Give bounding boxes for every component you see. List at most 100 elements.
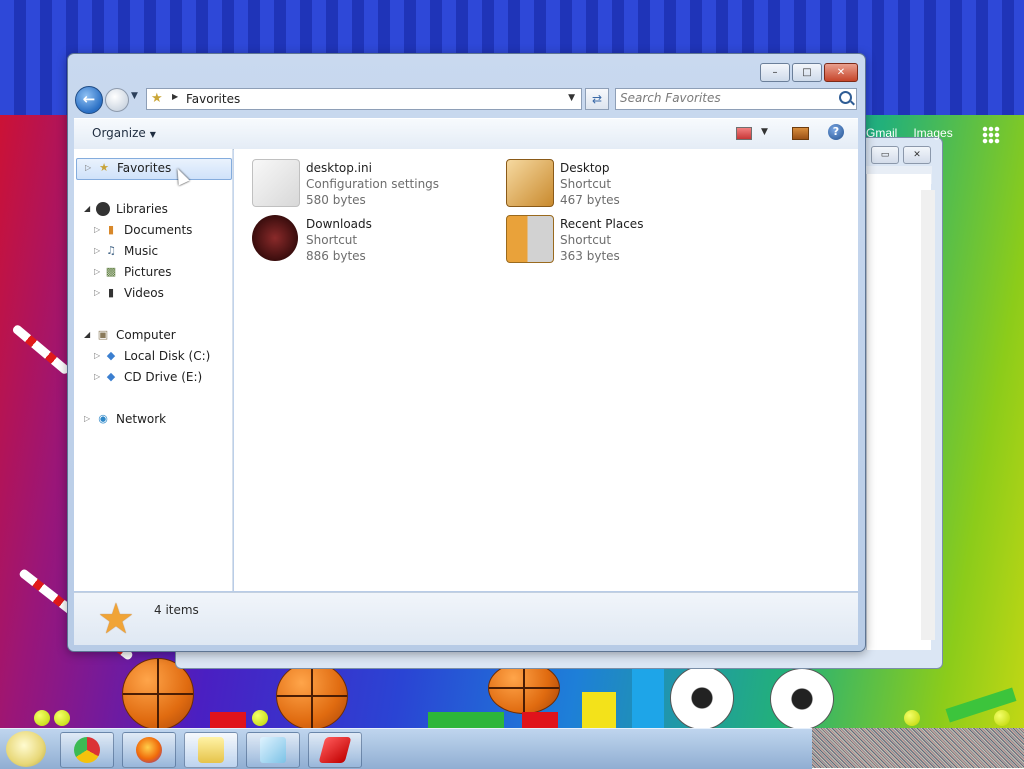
forward-button[interactable] <box>105 88 129 112</box>
toy-block-decoration <box>522 712 558 728</box>
music-icon: ♫ <box>106 244 116 257</box>
file-item-recent-places[interactable]: Recent Places Shortcut 363 bytes <box>506 213 746 265</box>
file-type: Configuration settings <box>306 177 440 191</box>
toy-block-decoration <box>582 692 616 728</box>
expand-arrow-icon[interactable]: ▷ <box>94 267 100 276</box>
sidebar-item-libraries[interactable]: ◢ Libraries <box>76 200 230 220</box>
favorites-star-icon: ★ <box>151 91 163 106</box>
command-toolbar: Organize ▼ ▼ ? <box>74 118 858 150</box>
background-restore-button[interactable]: ▭ <box>871 146 899 164</box>
organize-label: Organize <box>92 126 146 140</box>
expand-arrow-icon[interactable]: ▷ <box>85 163 91 172</box>
sidebar-item-label: Local Disk (C:) <box>124 349 211 363</box>
expand-arrow-icon[interactable]: ▷ <box>94 246 100 255</box>
close-button[interactable]: ✕ <box>824 63 858 82</box>
documents-icon: ▮ <box>107 223 115 236</box>
sidebar-item-documents[interactable]: ▷ ▮ Documents <box>86 221 230 241</box>
back-button[interactable]: ← <box>75 86 103 114</box>
apps-grid-icon[interactable] <box>982 126 1000 144</box>
sidebar-item-label: Documents <box>124 223 193 237</box>
google-header-links: Gmail Images <box>866 126 969 140</box>
taskbar-chrome[interactable] <box>60 732 114 768</box>
item-count: 4 items <box>154 603 199 617</box>
toy-block-decoration <box>632 668 664 728</box>
gmail-link[interactable]: Gmail <box>866 126 897 140</box>
collapse-arrow-icon[interactable]: ◢ <box>84 330 90 339</box>
paint-icon <box>260 737 286 763</box>
sidebar-item-network[interactable]: ▷ ◉ Network <box>76 410 230 430</box>
taskbar-firefox[interactable] <box>122 732 176 768</box>
sidebar-item-label: Music <box>124 244 159 258</box>
expand-arrow-icon[interactable]: ▷ <box>94 372 100 381</box>
navigation-pane: ▷ ★ Favorites ◢ Libraries ▷ ▮ Documents … <box>74 149 233 591</box>
search-input[interactable] <box>620 90 830 106</box>
images-link[interactable]: Images <box>913 126 952 140</box>
folder-icon <box>198 737 224 763</box>
details-pane: ★ 4 items <box>74 592 858 645</box>
recent-pages-dropdown-icon[interactable]: ▼ <box>131 91 138 101</box>
file-name: Downloads <box>306 217 372 231</box>
tennis-ball-decoration <box>252 710 268 726</box>
breadcrumb-favorites[interactable]: Favorites <box>186 92 240 106</box>
file-size: 363 bytes <box>560 249 620 263</box>
file-item-desktop[interactable]: Desktop Shortcut 467 bytes <box>506 157 746 209</box>
file-item-downloads[interactable]: Downloads Shortcut 886 bytes <box>252 213 492 265</box>
network-icon: ◉ <box>98 412 108 425</box>
favorites-star-icon: ★ <box>99 161 109 174</box>
search-box[interactable] <box>615 88 857 110</box>
taskbar <box>0 728 812 769</box>
tennis-ball-decoration <box>994 710 1010 726</box>
sidebar-item-computer[interactable]: ◢ ▣ Computer <box>76 326 230 346</box>
cd-drive-icon: ◆ <box>106 370 116 383</box>
change-view-icon[interactable] <box>736 127 752 140</box>
file-item-desktop-ini[interactable]: desktop.ini Configuration settings 580 b… <box>252 157 492 209</box>
expand-arrow-icon[interactable]: ▷ <box>94 351 100 360</box>
search-icon[interactable] <box>839 91 852 104</box>
sidebar-item-favorites[interactable]: ▷ ★ Favorites <box>76 158 232 180</box>
minimize-button[interactable]: – <box>760 63 790 82</box>
background-scrollbar[interactable] <box>921 190 935 640</box>
sidebar-item-music[interactable]: ▷ ♫ Music <box>86 242 230 262</box>
taskbar-explorer[interactable] <box>184 732 238 768</box>
expand-arrow-icon[interactable]: ▷ <box>94 288 100 297</box>
libraries-icon <box>96 202 110 216</box>
sidebar-item-local-disk[interactable]: ▷ ◆ Local Disk (C:) <box>86 347 230 367</box>
address-bar[interactable]: ★ ▶ Favorites ▼ <box>146 88 582 110</box>
sidebar-item-label: Favorites <box>117 161 172 175</box>
taskbar-paint[interactable] <box>246 732 300 768</box>
help-icon[interactable]: ? <box>828 124 844 140</box>
maximize-button[interactable]: □ <box>792 63 822 82</box>
expand-arrow-icon[interactable]: ▷ <box>84 414 90 423</box>
desktop-shortcut-icon <box>506 159 554 207</box>
settings-file-icon <box>252 159 300 207</box>
file-size: 580 bytes <box>306 193 366 207</box>
taskbar-red-app[interactable] <box>308 732 362 768</box>
file-name: desktop.ini <box>306 161 372 175</box>
refresh-icon: ⇄ <box>591 92 603 106</box>
sidebar-item-cd-drive[interactable]: ▷ ◆ CD Drive (E:) <box>86 368 230 388</box>
sidebar-item-videos[interactable]: ▷ ▮ Videos <box>86 284 230 304</box>
sidebar-item-label: Computer <box>116 328 176 342</box>
wallpaper-stick <box>11 323 71 376</box>
favorites-star-icon: ★ <box>97 594 135 643</box>
collapse-arrow-icon[interactable]: ◢ <box>84 204 90 213</box>
file-name: Recent Places <box>560 217 644 231</box>
downloads-shortcut-icon <box>252 215 298 261</box>
explorer-window: – □ ✕ ← ▼ ★ ▶ Favorites ▼ ⇄ Organize▼ ▼ … <box>67 53 866 652</box>
background-close-button[interactable]: ✕ <box>903 146 931 164</box>
breadcrumb-separator-icon[interactable]: ▶ <box>172 92 178 101</box>
preview-pane-icon[interactable] <box>792 127 809 140</box>
expand-arrow-icon[interactable]: ▷ <box>94 225 100 234</box>
organize-button[interactable]: Organize ▼ <box>92 126 156 140</box>
file-size: 886 bytes <box>306 249 366 263</box>
sidebar-item-pictures[interactable]: ▷ ▩ Pictures <box>86 263 230 283</box>
refresh-button[interactable]: ⇄ <box>585 88 609 110</box>
address-dropdown-icon[interactable]: ▼ <box>568 93 575 103</box>
tennis-ball-decoration <box>34 710 50 726</box>
sidebar-item-label: Videos <box>124 286 164 300</box>
computer-icon: ▣ <box>97 328 109 341</box>
sidebar-item-label: Libraries <box>116 202 168 216</box>
start-button[interactable] <box>6 731 46 767</box>
view-options-dropdown-icon[interactable]: ▼ <box>761 127 768 137</box>
videos-icon: ▮ <box>107 286 115 299</box>
